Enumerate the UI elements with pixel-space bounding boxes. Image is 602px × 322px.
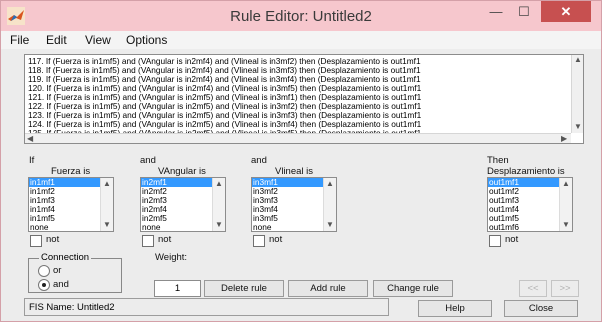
not-label: not [158, 234, 172, 245]
chevron-down-icon[interactable]: ▼ [103, 221, 111, 229]
previous-rule-button[interactable]: << [519, 280, 547, 297]
chevron-down-icon[interactable]: ▼ [326, 221, 334, 229]
and-radio[interactable] [38, 279, 50, 291]
weight-input[interactable]: 1 [154, 280, 201, 297]
list-scrollbar[interactable]: ▲ ▼ [323, 178, 336, 231]
title-bar[interactable]: Rule Editor: Untitled2 — ☐ ✕ [1, 1, 601, 31]
then-label: Then [487, 155, 509, 166]
or-radio[interactable] [38, 265, 50, 277]
maximize-button[interactable]: ☐ [511, 1, 537, 23]
chevron-up-icon[interactable]: ▲ [103, 180, 111, 188]
fuerza-not-checkbox[interactable] [30, 235, 42, 247]
next-rule-button[interactable]: >> [551, 280, 579, 297]
close-button[interactable]: Close [504, 300, 578, 317]
rule-editor-window: Rule Editor: Untitled2 — ☐ ✕ File Edit V… [0, 0, 602, 322]
fuerza-label: Fuerza is [51, 166, 91, 177]
vangular-label: VAngular is [158, 166, 206, 177]
menu-file[interactable]: File [10, 33, 29, 47]
help-button[interactable]: Help [418, 300, 492, 317]
and-label-2: and [251, 155, 267, 166]
list-item[interactable]: none [252, 223, 324, 232]
list-item[interactable]: out1mf6 [488, 223, 560, 232]
list-scrollbar[interactable]: ▲ ▼ [100, 178, 113, 231]
desplazamiento-not-checkbox[interactable] [489, 235, 501, 247]
radio-selected-dot [42, 283, 46, 287]
vlineal-not-checkbox[interactable] [253, 235, 265, 247]
list-scrollbar[interactable]: ▲ ▼ [559, 178, 572, 231]
menu-edit[interactable]: Edit [46, 33, 67, 47]
vlineal-list[interactable]: in3mf1 in3mf2 in3mf3 in3mf4 in3mf5 none … [251, 177, 337, 232]
scroll-left-icon[interactable]: ◀ [27, 135, 33, 143]
change-rule-button[interactable]: Change rule [373, 280, 453, 297]
connection-label: Connection [39, 252, 92, 263]
desplazamiento-list[interactable]: out1mf1 out1mf2 out1mf3 out1mf4 out1mf5 … [487, 177, 573, 232]
desplazamiento-label: Desplazamiento is [487, 166, 565, 177]
weight-label: Weight: [155, 252, 188, 263]
vangular-not-checkbox[interactable] [142, 235, 154, 247]
and-label-1: and [140, 155, 156, 166]
rule-list[interactable]: 117. If (Fuerza is in1mf5) and (VAngular… [24, 54, 584, 144]
status-bar: FIS Name: Untitled2 [24, 298, 389, 316]
list-item[interactable]: none [29, 223, 101, 232]
fuerza-list[interactable]: in1mf1 in1mf2 in1mf3 in1mf4 in1mf5 none … [28, 177, 114, 232]
not-label: not [505, 234, 519, 245]
minimize-button[interactable]: — [483, 1, 509, 23]
and-label: and [53, 279, 69, 290]
menu-bar: File Edit View Options [1, 31, 601, 49]
scroll-up-icon[interactable]: ▲ [574, 56, 582, 64]
chevron-down-icon[interactable]: ▼ [215, 221, 223, 229]
vlineal-label: Vlineal is [275, 166, 314, 177]
not-label: not [269, 234, 283, 245]
list-scrollbar[interactable]: ▲ ▼ [212, 178, 225, 231]
rule-list-vertical-scrollbar[interactable]: ▲ ▼ [571, 55, 583, 133]
chevron-up-icon[interactable]: ▲ [562, 180, 570, 188]
close-window-button[interactable]: ✕ [541, 1, 591, 22]
list-item[interactable]: none [141, 223, 213, 232]
menu-options[interactable]: Options [126, 33, 167, 47]
chevron-down-icon[interactable]: ▼ [562, 221, 570, 229]
if-label: If [29, 155, 35, 166]
or-label: or [53, 265, 62, 276]
vangular-list[interactable]: in2mf1 in2mf2 in2mf3 in2mf4 in2mf5 none … [140, 177, 226, 232]
chevron-up-icon[interactable]: ▲ [215, 180, 223, 188]
not-label: not [46, 234, 60, 245]
add-rule-button[interactable]: Add rule [288, 280, 368, 297]
rule-list-horizontal-scrollbar[interactable]: ◀ ▶ [25, 133, 571, 143]
delete-rule-button[interactable]: Delete rule [204, 280, 284, 297]
chevron-up-icon[interactable]: ▲ [326, 180, 334, 188]
scroll-right-icon[interactable]: ▶ [561, 135, 567, 143]
scroll-down-icon[interactable]: ▼ [574, 123, 582, 131]
menu-view[interactable]: View [85, 33, 111, 47]
